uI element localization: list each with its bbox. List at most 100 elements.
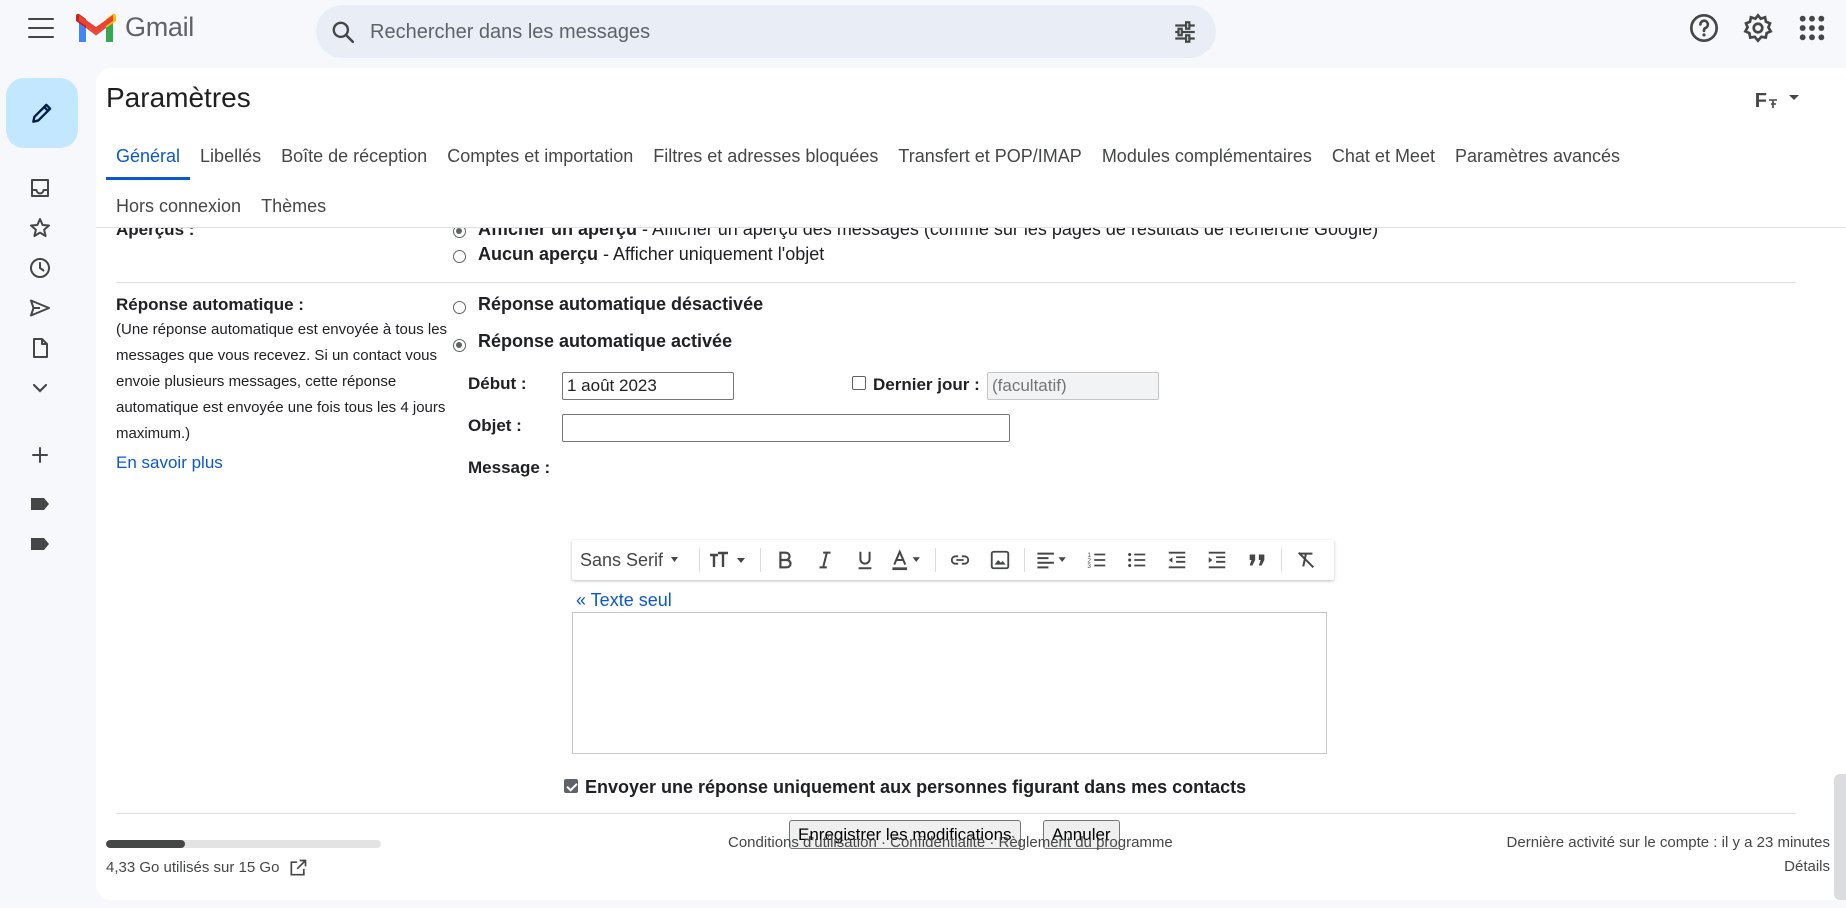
last-day-checkbox[interactable] <box>852 376 866 390</box>
text-color-icon <box>892 549 920 571</box>
storage-meter-fill <box>106 840 186 848</box>
tab-chat-meet[interactable]: Chat et Meet <box>1322 140 1445 180</box>
bold-button[interactable] <box>765 540 805 580</box>
insert-image-button[interactable] <box>980 540 1020 580</box>
settings-gear-icon[interactable] <box>1742 12 1774 44</box>
start-date-input[interactable] <box>562 372 734 400</box>
tab-labels[interactable]: Libellés <box>190 140 271 180</box>
underline-button[interactable] <box>845 540 885 580</box>
star-icon[interactable] <box>28 216 52 240</box>
settings-tabs: Général Libellés Boîte de réception Comp… <box>106 140 1630 180</box>
svg-text:3: 3 <box>1087 563 1091 570</box>
last-activity-text: Dernière activité sur le compte : il y a… <box>1506 834 1830 851</box>
page-title: Paramètres <box>106 82 251 113</box>
font-family-select[interactable]: Sans Serif <box>580 540 695 580</box>
toolbar-separator <box>760 548 762 572</box>
label-icon[interactable] <box>28 532 52 556</box>
input-tools-toggle[interactable]: F <box>1755 90 1800 113</box>
send-icon[interactable] <box>28 296 52 320</box>
font-size-button[interactable] <box>704 540 756 580</box>
caret-down-icon <box>1789 94 1799 100</box>
settings-panel: Paramètres F Général Libellés Boîte de r… <box>96 68 1846 900</box>
footer-links[interactable]: Conditions d'utilisation · Confidentiali… <box>728 834 1173 851</box>
toolbar-separator <box>1281 548 1283 572</box>
toolbar-separator <box>935 548 937 572</box>
preview-show-option: Afficher un aperçu - Afficher un aperçu … <box>478 228 1379 239</box>
tab-forwarding[interactable]: Transfert et POP/IMAP <box>888 140 1091 180</box>
tab-offline[interactable]: Hors connexion <box>106 190 251 230</box>
underline-icon <box>858 551 872 570</box>
autoreply-off-label: Réponse automatique désactivée <box>478 294 764 314</box>
text-color-button[interactable] <box>885 540 931 580</box>
tab-advanced[interactable]: Paramètres avancés <box>1445 140 1630 180</box>
autoreply-hint: (Une réponse automatique est envoyée à t… <box>116 321 448 442</box>
label-icon[interactable] <box>28 492 52 516</box>
toolbar-separator <box>699 548 701 572</box>
bulleted-list-button[interactable] <box>1117 540 1157 580</box>
font-family-value: Sans Serif <box>580 549 664 570</box>
help-icon[interactable] <box>1688 12 1720 44</box>
preview-none-radio[interactable] <box>453 250 466 263</box>
font-size-icon <box>710 551 746 567</box>
autoreply-on-radio[interactable] <box>453 339 466 352</box>
quote-button[interactable] <box>1237 540 1277 580</box>
tab-addons[interactable]: Modules complémentaires <box>1092 140 1322 180</box>
autoreply-label: Réponse automatique : <box>116 295 304 314</box>
remove-formatting-icon <box>1298 551 1315 569</box>
tab-themes[interactable]: Thèmes <box>251 190 336 230</box>
message-editor[interactable] <box>572 612 1327 754</box>
previews-label: Aperçus : <box>116 228 195 239</box>
subject-input[interactable] <box>562 414 1010 442</box>
storage-usage-text: 4,33 Go utilisés sur 15 Go <box>106 859 280 876</box>
details-link[interactable]: Détails <box>1784 858 1830 875</box>
insert-link-button[interactable] <box>940 540 980 580</box>
main-menu-icon[interactable] <box>24 16 58 40</box>
plain-text-link[interactable]: « Texte seul <box>576 590 672 611</box>
subject-label: Objet : <box>468 416 522 435</box>
italic-button[interactable] <box>805 540 845 580</box>
last-day-input[interactable] <box>987 372 1159 400</box>
preview-show-radio[interactable] <box>453 228 466 238</box>
image-icon <box>990 550 1010 570</box>
chevron-down-icon[interactable] <box>28 376 52 400</box>
inbox-icon[interactable] <box>28 176 52 200</box>
clock-icon[interactable] <box>28 256 52 280</box>
tab-inbox[interactable]: Boîte de réception <box>271 140 437 180</box>
align-icon <box>1037 552 1066 569</box>
compose-button[interactable] <box>6 78 78 148</box>
last-day-label: Dernier jour : <box>873 375 980 394</box>
remove-formatting-button[interactable] <box>1286 540 1326 580</box>
open-external-icon[interactable] <box>288 858 308 878</box>
quote-icon <box>1249 554 1265 566</box>
numbered-list-button[interactable]: 1 2 3 <box>1077 540 1117 580</box>
apps-grid-icon[interactable] <box>1796 12 1828 44</box>
search-input[interactable] <box>370 13 1130 51</box>
formatting-toolbar: Sans Serif 1 2 3 <box>572 540 1334 580</box>
bulleted-list-icon <box>1128 552 1146 568</box>
page-scrollbar[interactable] <box>1834 774 1846 900</box>
search-bar <box>316 5 1216 58</box>
input-tools-icon <box>1769 98 1777 108</box>
search-options-icon[interactable] <box>1172 19 1198 45</box>
start-date-label: Début : <box>468 374 527 393</box>
indent-less-button[interactable] <box>1157 540 1197 580</box>
search-icon[interactable] <box>330 19 356 45</box>
indent-more-button[interactable] <box>1197 540 1237 580</box>
tab-general[interactable]: Général <box>106 140 191 180</box>
indent-less-icon <box>1168 551 1186 569</box>
learn-more-link[interactable]: En savoir plus <box>116 450 456 476</box>
autoreply-off-radio[interactable] <box>453 301 466 314</box>
numbered-list-icon: 1 2 3 <box>1087 552 1106 570</box>
draft-icon[interactable] <box>28 336 52 360</box>
autoreply-on-label: Réponse automatique activée <box>478 331 733 351</box>
plus-icon[interactable] <box>28 443 52 467</box>
gmail-logo[interactable]: Gmail <box>76 12 194 43</box>
indent-more-icon <box>1208 551 1226 569</box>
contacts-only-checkbox[interactable] <box>564 779 578 793</box>
tab-filters[interactable]: Filtres et adresses bloquées <box>643 140 888 180</box>
caret-down-icon <box>671 557 679 562</box>
input-tools-label: F <box>1754 90 1767 112</box>
tab-accounts[interactable]: Comptes et importation <box>437 140 643 180</box>
align-button[interactable] <box>1029 540 1077 580</box>
top-bar: Gmail <box>0 0 1846 58</box>
